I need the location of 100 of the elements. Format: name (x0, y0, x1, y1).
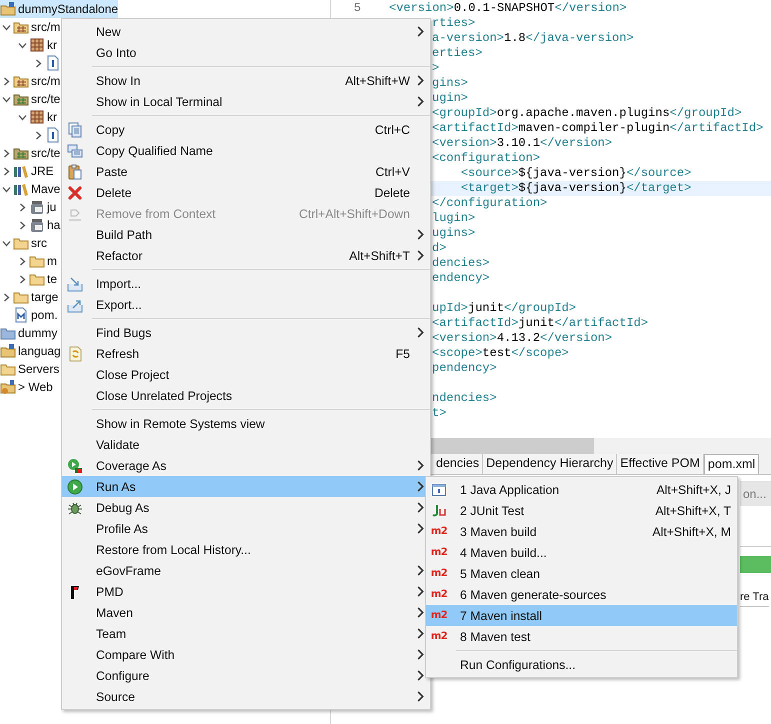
menu-item[interactable]: m2 7 Maven install (426, 605, 737, 626)
code-line: <scope>test</scope> (432, 346, 569, 361)
tree-item[interactable]: kr (0, 108, 57, 126)
tree-item[interactable]: Mave (0, 180, 60, 198)
editor-tab[interactable]: pom.xml (704, 454, 760, 474)
menu-item[interactable]: Show in Local Terminal (62, 91, 430, 112)
project-icon (0, 1, 16, 17)
code-line: endency> (432, 271, 490, 286)
window-icon (431, 482, 447, 498)
menu-item[interactable]: m2 6 Maven generate-sources (426, 584, 737, 605)
menu-item[interactable]: Source (62, 686, 430, 707)
jar-icon (29, 199, 45, 215)
menu-item[interactable]: Delete Delete (62, 182, 430, 203)
code-line: ndencies> (432, 391, 497, 406)
tree-item[interactable]: kr (0, 36, 57, 54)
shortcut-text: Alt+Shift+T (349, 248, 410, 262)
menu-item[interactable]: Show in Remote Systems view (62, 413, 430, 434)
code-line: <target>${java-version}</target> (460, 181, 692, 196)
menu-item[interactable]: Go Into (62, 42, 430, 63)
tree-item[interactable]: m (0, 252, 57, 270)
menu-item[interactable]: Copy Qualified Name (62, 140, 430, 161)
delete-icon (67, 184, 83, 200)
tree-item[interactable]: dummyStandalone (0, 0, 118, 18)
tree-item[interactable]: src/m (0, 18, 60, 36)
line-number: 5 (352, 1, 362, 16)
file-icon (45, 55, 61, 71)
menu-item[interactable]: Coverage As (62, 455, 430, 476)
project-icon (0, 343, 16, 359)
tree-item[interactable]: JRE (0, 162, 54, 180)
shortcut-text: Ctrl+C (374, 122, 410, 136)
shortcut-text: Delete (374, 186, 410, 200)
menu-item[interactable]: m2 5 Maven clean (426, 563, 737, 584)
tree-item[interactable]: ju (0, 198, 56, 216)
menu-item[interactable]: 2 JUnit Test Alt+Shift+X, T (426, 500, 737, 521)
panel-button[interactable]: on... (740, 481, 771, 506)
code-line: pendency> (432, 361, 497, 376)
code-line: upId>junit</groupId> (432, 301, 576, 316)
menu-item[interactable]: Refactor Alt+Shift+T (62, 245, 430, 266)
menu-item[interactable]: m2 8 Maven test (426, 626, 737, 647)
code-line: gins> (432, 76, 468, 91)
code-line: a-version>1.8</java-version> (432, 31, 634, 46)
menu-item[interactable]: Show In Alt+Shift+W (62, 70, 430, 91)
maven-icon: m2 (430, 610, 448, 621)
shortcut-text: Alt+Shift+W (345, 74, 410, 88)
code-line: </configuration> (432, 196, 548, 211)
menu-item[interactable]: Run Configurations... (426, 654, 737, 675)
menu-item[interactable]: m2 4 Maven build... (426, 542, 737, 563)
code-line: t> (432, 406, 446, 421)
code-line: erties> (432, 46, 482, 61)
menu-item[interactable]: Paste Ctrl+V (62, 161, 430, 182)
package-icon (29, 37, 45, 53)
code-line: ugin> (432, 91, 468, 106)
tree-item[interactable]: src/m (0, 72, 60, 90)
tree-item[interactable]: src/te (0, 90, 60, 108)
menu-item[interactable]: Find Bugs (62, 322, 430, 343)
menu-item[interactable]: m2 3 Maven build Alt+Shift+X, M (426, 521, 737, 542)
shortcut-text: Ctrl+V (375, 164, 410, 178)
tree-item[interactable]: targe (0, 288, 58, 306)
test-icon (431, 502, 447, 518)
tree-item[interactable]: Servers (0, 360, 60, 378)
maven-icon: m2 (430, 568, 448, 579)
menu-item[interactable]: New (62, 21, 430, 42)
tree-item[interactable]: src/te (0, 144, 60, 162)
tree-item[interactable]: pom. (0, 306, 58, 324)
code-line: <groupId>org.apache.maven.plugins</groupId> (432, 106, 742, 121)
tree-item[interactable]: dummy (0, 324, 58, 342)
copy-icon (67, 142, 83, 158)
menu-item[interactable]: Copy Ctrl+C (62, 119, 430, 140)
menu-item[interactable]: Refresh F5 (62, 343, 430, 364)
menu-item[interactable]: Validate (62, 434, 430, 455)
menu-item[interactable]: Close Unrelated Projects (62, 385, 430, 406)
menu-item[interactable]: Build Path (62, 224, 430, 245)
tree-item[interactable]: > Web (0, 378, 53, 396)
menu-item[interactable]: Export... (62, 294, 430, 315)
import-icon (67, 276, 83, 292)
tree-item[interactable]: ha (0, 216, 60, 234)
code-line: <source>${java-version}</source> (460, 166, 692, 181)
menu-item[interactable]: Close Project (62, 364, 430, 385)
code-line: <version>0.0.1-SNAPSHOT</version> (389, 1, 627, 16)
menu-item[interactable]: Import... (62, 273, 430, 294)
code-line: lugin> (432, 211, 476, 226)
shortcut-text: F5 (396, 346, 410, 360)
code-line: <version>3.10.1</version> (432, 136, 612, 151)
code-line: > (432, 61, 440, 76)
code-line: <artifactId>junit</artifactId> (432, 316, 648, 331)
file-icon (45, 127, 61, 143)
column-header: re Tra (740, 591, 769, 607)
code-line: <version>4.13.2</version> (432, 331, 612, 346)
jar-icon (29, 217, 45, 233)
library-icon (13, 163, 29, 179)
maven-icon: m2 (430, 631, 448, 642)
maven-icon: m2 (430, 547, 448, 558)
shortcut-text: Ctrl+Alt+Shift+Down (298, 206, 410, 220)
paste-icon (67, 164, 83, 180)
tree-item[interactable]: src (0, 234, 47, 252)
code-line: rties> (432, 16, 476, 31)
tree-item[interactable]: te (0, 270, 58, 288)
shortcut-text: Alt+Shift+X, M (652, 524, 731, 538)
file-icon (13, 307, 29, 323)
tree-item[interactable]: languag (0, 342, 61, 360)
